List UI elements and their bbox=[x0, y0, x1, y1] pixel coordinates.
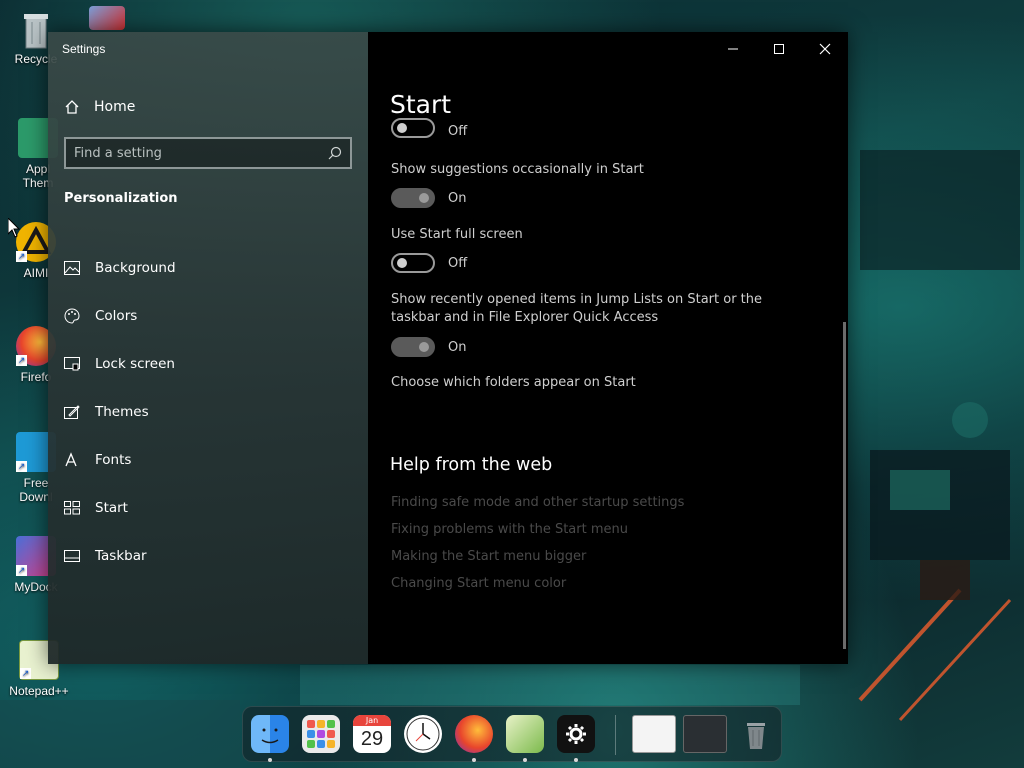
minimize-button[interactable] bbox=[710, 32, 756, 66]
running-indicator bbox=[268, 758, 272, 762]
sidebar-item-colors[interactable]: Colors bbox=[64, 292, 354, 340]
window-preview-1[interactable] bbox=[632, 715, 676, 753]
sidebar-home-label: Home bbox=[94, 99, 136, 115]
calendar-month: Jan bbox=[353, 715, 391, 726]
toggle-state-text: Off bbox=[448, 124, 468, 139]
notepad-icon[interactable] bbox=[506, 715, 544, 753]
mouse-cursor-icon bbox=[8, 218, 20, 238]
help-link[interactable]: Changing Start menu color bbox=[391, 576, 566, 591]
sidebar-item-label: Fonts bbox=[95, 452, 132, 468]
window-preview-2[interactable] bbox=[683, 715, 727, 753]
palette-icon bbox=[64, 308, 80, 324]
setting-label: Show suggestions occasionally in Start bbox=[391, 162, 644, 177]
sidebar-item-start[interactable]: Start bbox=[64, 484, 354, 532]
title-bar[interactable]: Settings bbox=[48, 32, 848, 66]
window-title: Settings bbox=[62, 42, 106, 56]
help-link[interactable]: Finding safe mode and other startup sett… bbox=[391, 495, 684, 510]
clock-icon[interactable] bbox=[404, 715, 442, 753]
sidebar-item-label: Colors bbox=[95, 308, 138, 324]
dock-separator bbox=[615, 715, 616, 755]
setting-label: Use Start full screen bbox=[391, 227, 523, 242]
settings-window: Settings Home Personalization Background bbox=[48, 32, 848, 664]
launchpad-icon[interactable] bbox=[302, 715, 340, 753]
help-link[interactable]: Fixing problems with the Start menu bbox=[391, 522, 628, 537]
search-input[interactable] bbox=[74, 145, 328, 161]
sidebar-item-label: Themes bbox=[95, 404, 149, 420]
toggle-state-text: On bbox=[448, 190, 467, 206]
running-indicator bbox=[574, 758, 578, 762]
minimize-icon bbox=[728, 48, 738, 50]
setting-label: Show recently opened items in Jump Lists… bbox=[391, 292, 763, 325]
sidebar-item-themes[interactable]: Themes bbox=[64, 388, 354, 436]
toggle-switch[interactable] bbox=[391, 253, 435, 273]
toggle-state-text: On bbox=[448, 339, 467, 355]
lock-screen-icon bbox=[64, 357, 80, 371]
close-icon bbox=[819, 43, 831, 55]
search-box[interactable] bbox=[64, 137, 352, 169]
firefox-icon[interactable] bbox=[455, 715, 493, 753]
page-title: Start bbox=[390, 90, 452, 119]
sidebar: Home Personalization Background Colors L… bbox=[48, 32, 368, 664]
calendar-day: 29 bbox=[360, 728, 384, 750]
maximize-button[interactable] bbox=[756, 32, 802, 66]
help-title: Help from the web bbox=[390, 455, 553, 475]
maximize-icon bbox=[774, 44, 784, 54]
sidebar-home[interactable]: Home bbox=[64, 96, 135, 118]
section-title: Personalization bbox=[64, 191, 178, 206]
choose-folders-link[interactable]: Choose which folders appear on Start bbox=[391, 374, 811, 392]
toggle-switch[interactable] bbox=[391, 188, 435, 208]
display-icon bbox=[89, 6, 125, 30]
toggle-switch[interactable] bbox=[391, 337, 435, 357]
scrollbar[interactable] bbox=[843, 322, 846, 649]
sidebar-item-label: Background bbox=[95, 260, 176, 276]
running-indicator bbox=[472, 758, 476, 762]
sidebar-nav: Background Colors Lock screen Themes Fon… bbox=[64, 244, 354, 580]
settings-icon[interactable] bbox=[557, 715, 595, 753]
setting-toggle-row: On bbox=[391, 337, 466, 357]
search-icon[interactable] bbox=[328, 146, 342, 160]
toggle-state-text: Off bbox=[448, 255, 468, 271]
sidebar-item-fonts[interactable]: Fonts bbox=[64, 436, 354, 484]
desktop-icon-display[interactable] bbox=[84, 6, 130, 34]
dock: Jan 29 bbox=[242, 706, 782, 762]
sidebar-item-lock-screen[interactable]: Lock screen bbox=[64, 340, 354, 388]
toggle-switch[interactable] bbox=[391, 117, 435, 138]
sidebar-item-label: Taskbar bbox=[95, 548, 147, 564]
sidebar-item-label: Start bbox=[95, 500, 128, 516]
setting-toggle-row: Off bbox=[391, 117, 468, 139]
sidebar-item-taskbar[interactable]: Taskbar bbox=[64, 532, 354, 580]
close-button[interactable] bbox=[802, 32, 848, 66]
start-icon bbox=[64, 501, 80, 515]
content-pane: Start Off Show suggestions occasionally … bbox=[368, 32, 848, 664]
running-indicator bbox=[523, 758, 527, 762]
home-icon bbox=[65, 100, 79, 114]
fonts-icon bbox=[65, 452, 77, 467]
finder-icon[interactable] bbox=[251, 715, 289, 753]
calendar-icon[interactable]: Jan 29 bbox=[353, 715, 391, 753]
help-link[interactable]: Making the Start menu bigger bbox=[391, 549, 586, 564]
taskbar-icon bbox=[64, 550, 80, 562]
image-icon bbox=[64, 261, 80, 275]
sidebar-item-background[interactable]: Background bbox=[64, 244, 354, 292]
sidebar-item-label: Lock screen bbox=[95, 356, 175, 372]
themes-icon bbox=[64, 405, 80, 419]
setting-toggle-row: On bbox=[391, 188, 466, 208]
setting-toggle-row: Off bbox=[391, 253, 467, 273]
desktop-icon-label: Notepad++ bbox=[9, 684, 69, 698]
trash-icon[interactable] bbox=[737, 715, 775, 753]
